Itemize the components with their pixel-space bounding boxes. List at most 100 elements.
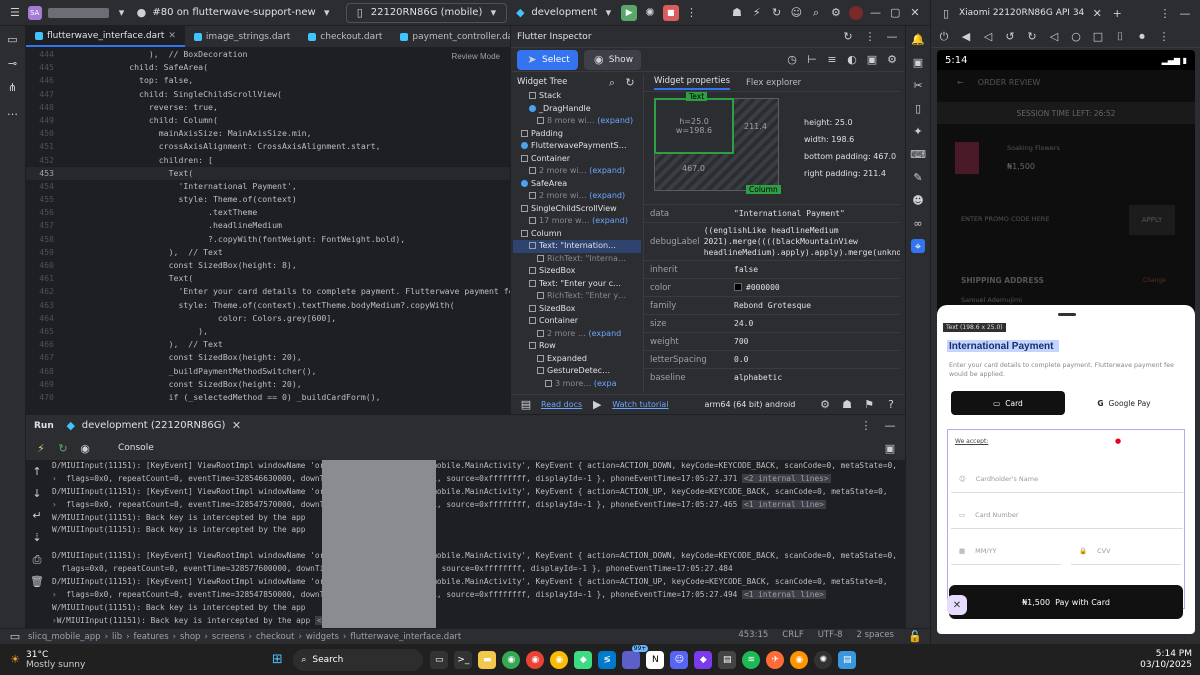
widget-tree-node[interactable]: Text: "Internation…: [513, 240, 641, 253]
widget-tree-node[interactable]: Expanded: [513, 353, 641, 366]
widget-tree-node[interactable]: SafeArea: [513, 178, 641, 191]
running-devices-icon[interactable]: ▯: [911, 101, 925, 115]
robot-icon[interactable]: ☻: [911, 193, 925, 207]
code-line[interactable]: 465 ),: [26, 325, 510, 338]
chrome-alt-icon[interactable]: ◉: [550, 650, 569, 669]
code-line[interactable]: 446 top: false,: [26, 74, 510, 87]
widget-tree-node[interactable]: Stack: [513, 90, 641, 103]
options-icon[interactable]: ⋮: [1158, 6, 1172, 20]
spotify-icon[interactable]: ≋: [742, 650, 761, 669]
indent-setting[interactable]: 2 spaces: [857, 630, 894, 644]
print-icon[interactable]: ⎙: [30, 552, 44, 566]
property-row[interactable]: baseline alphabetic: [644, 368, 900, 386]
emulator-title[interactable]: Xiaomi 22120RN86G API 34: [959, 8, 1084, 18]
widget-tree-node[interactable]: Container: [513, 390, 641, 392]
gemini-icon[interactable]: ✦: [911, 124, 925, 138]
show-implementation-button[interactable]: ◉ Show: [583, 49, 642, 70]
editor-tab[interactable]: payment_controller.dart: [391, 26, 529, 47]
soft-wrap-icon[interactable]: ↵: [30, 508, 44, 522]
widget-tree-node[interactable]: 2 more wi… (expand): [513, 190, 641, 203]
scroll-up-icon[interactable]: ↑: [30, 464, 44, 478]
home-icon[interactable]: ○: [1069, 30, 1083, 44]
expand-link[interactable]: (expand): [592, 216, 628, 225]
widget-tree-node[interactable]: Text: "Enter your c…: [513, 278, 641, 291]
notion-icon[interactable]: N: [646, 650, 665, 669]
devtools-icon[interactable]: ◉: [78, 441, 92, 455]
taskbar-search[interactable]: ⌕ Search: [293, 648, 424, 671]
obsidian-icon[interactable]: ◆: [694, 650, 713, 669]
code-line[interactable]: 459 ), // Text: [26, 246, 510, 259]
terminal-icon[interactable]: >_: [454, 650, 473, 669]
firefox-icon[interactable]: ◉: [790, 650, 809, 669]
internal-lines-badge[interactable]: <2 internal lines>: [742, 473, 831, 483]
drag-handle[interactable]: [1058, 313, 1076, 316]
android-icon[interactable]: ☗: [730, 6, 744, 20]
person-add-icon[interactable]: ☺: [789, 6, 803, 20]
close-inspector-overlay-button[interactable]: ✕: [947, 595, 967, 615]
minimize-icon[interactable]: —: [869, 6, 883, 20]
more-options-icon[interactable]: ⋮: [1157, 30, 1171, 44]
options-icon[interactable]: ⋮: [859, 419, 873, 433]
rotate-right-icon[interactable]: ↻: [1025, 30, 1039, 44]
postman-icon[interactable]: ✈: [766, 650, 785, 669]
card-tab-button[interactable]: ▭ Card: [951, 391, 1065, 415]
inspect-active-icon[interactable]: ⌖: [911, 239, 925, 253]
code-line[interactable]: 458 ?.copyWith(fontWeight: FontWeight.bo…: [26, 233, 510, 246]
close-icon[interactable]: ✕: [908, 6, 922, 20]
weather-widget[interactable]: 31°C Mostly sunny: [26, 650, 85, 670]
lock-icon[interactable]: 🔓: [908, 630, 922, 644]
volume-up-icon[interactable]: ◀: [959, 30, 973, 44]
breadcrumb-item[interactable]: shop: [180, 632, 200, 642]
editor-tab[interactable]: checkout.dart: [299, 26, 391, 47]
code-line[interactable]: 452 children: [: [26, 154, 510, 167]
hot-restart-icon[interactable]: ↻: [770, 6, 784, 20]
breadcrumb-item[interactable]: checkout: [256, 632, 295, 642]
back-arrow-icon[interactable]: ←: [957, 78, 964, 87]
widget-tree-node[interactable]: Column: [513, 228, 641, 241]
add-tab-icon[interactable]: +: [1110, 6, 1124, 20]
refresh-tree-icon[interactable]: ↻: [623, 75, 637, 89]
google-pay-tab-button[interactable]: G Google Pay: [1067, 391, 1181, 415]
help-icon[interactable]: ?: [884, 398, 898, 412]
more-options-icon[interactable]: ⋮: [685, 6, 699, 20]
redacted-project-name[interactable]: [47, 7, 109, 18]
more-tools-icon[interactable]: …: [6, 104, 20, 118]
power-icon[interactable]: ⏻: [937, 30, 951, 44]
line-ending[interactable]: CRLF: [782, 630, 803, 644]
widget-tree-node[interactable]: _DragHandle: [513, 103, 641, 116]
cardholder-name-field[interactable]: ☺ Cardholder's Name: [951, 465, 1183, 493]
slow-animations-icon[interactable]: ◷: [785, 53, 799, 67]
editor-tab[interactable]: image_strings.dart: [185, 26, 299, 47]
task-view-icon[interactable]: ▭: [430, 650, 449, 669]
promo-placeholder[interactable]: ENTER PROMO CODE HERE: [961, 215, 1049, 223]
code-line[interactable]: 449 child: Column(: [26, 114, 510, 127]
chatgpt-icon[interactable]: ✺: [814, 650, 833, 669]
teams-icon[interactable]: 99+: [622, 644, 649, 669]
code-line[interactable]: 451 crossAxisAlignment: CrossAxisAlignme…: [26, 140, 510, 153]
code-line[interactable]: 463 style: Theme.of(context).textTheme.b…: [26, 299, 510, 312]
code-line[interactable]: 455 style: Theme.of(context): [26, 193, 510, 206]
tab-flex-explorer[interactable]: Flex explorer: [746, 78, 801, 88]
repaint-rainbow-icon[interactable]: ◐: [845, 53, 859, 67]
widget-tree-node[interactable]: 3 more… (expa: [513, 378, 641, 391]
property-row[interactable]: data "International Payment": [644, 204, 900, 222]
widget-tree-node[interactable]: SizedBox: [513, 303, 641, 316]
hide-panel-icon[interactable]: —: [885, 30, 899, 44]
run-button[interactable]: ▶: [621, 4, 638, 21]
code-line[interactable]: 462 'Enter your card details to complete…: [26, 285, 510, 298]
expiry-field[interactable]: ▦ MM/YY: [951, 537, 1061, 565]
start-button[interactable]: ⊞: [268, 651, 286, 669]
code-line[interactable]: 468 _buildPaymentMethodSwitcher(),: [26, 365, 510, 378]
chrome-icon[interactable]: ◉: [502, 650, 521, 669]
code-line[interactable]: 456 .textTheme: [26, 206, 510, 219]
overview-icon[interactable]: □: [1091, 30, 1105, 44]
rotate-left-icon[interactable]: ↺: [1003, 30, 1017, 44]
guidelines-icon[interactable]: ⊢: [805, 53, 819, 67]
project-avatar[interactable]: SA: [27, 5, 42, 20]
card-number-field[interactable]: ▭ Card Number: [951, 501, 1183, 529]
invert-images-icon[interactable]: ▣: [865, 53, 879, 67]
internal-lines-badge[interactable]: <1 internal line>: [742, 589, 826, 599]
android-studio-icon[interactable]: ◆: [574, 650, 593, 669]
pay-with-card-button[interactable]: ₦1,500 Pay with Card: [949, 585, 1183, 619]
watch-tutorial-link[interactable]: Watch tutorial: [612, 400, 668, 409]
